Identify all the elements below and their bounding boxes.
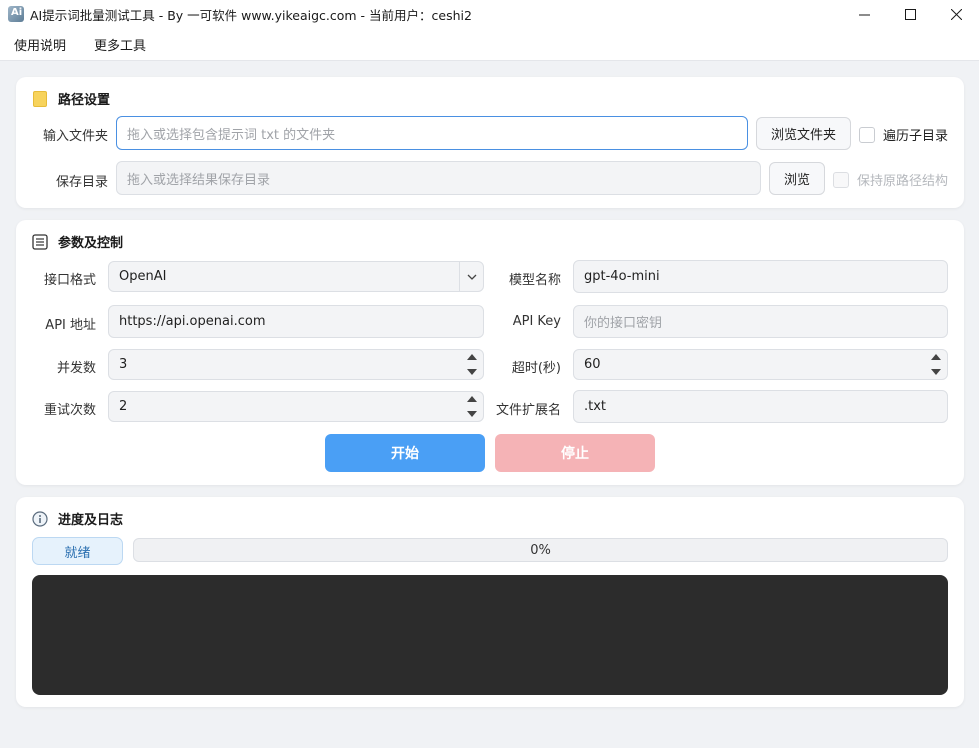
spin-down-icon[interactable] — [461, 365, 483, 380]
progress-bar: 0% — [133, 538, 948, 562]
menu-bar: 使用说明 更多工具 — [0, 28, 979, 61]
params-title-text: 参数及控制 — [58, 236, 124, 251]
recurse-checkbox-box[interactable] — [859, 126, 875, 143]
recurse-subdirs-checkbox[interactable]: 遍历子目录 — [859, 125, 948, 144]
progress-card: 进度及日志 就绪 0% — [16, 497, 964, 707]
app-icon: Ai — [8, 6, 24, 22]
close-button[interactable] — [933, 0, 979, 28]
menu-item-help[interactable]: 使用说明 — [0, 35, 80, 54]
timeout-value: 60 — [584, 357, 601, 372]
api-format-label: 接口格式 — [43, 273, 96, 288]
retries-label: 重试次数 — [43, 403, 96, 418]
retries-spinbox[interactable]: 2 — [108, 391, 484, 422]
folder-icon — [32, 90, 48, 107]
timeout-stepper[interactable] — [925, 350, 947, 379]
maximize-button[interactable] — [887, 0, 933, 28]
api-format-value: OpenAI — [119, 269, 167, 284]
concurrency-stepper[interactable] — [461, 350, 483, 379]
concurrency-label: 并发数 — [56, 361, 96, 376]
spin-up-icon[interactable] — [461, 392, 483, 407]
spin-up-icon[interactable] — [461, 350, 483, 365]
input-folder-label: 输入文件夹 — [42, 129, 108, 144]
params-title: 参数及控制 — [32, 232, 123, 251]
concurrency-value: 3 — [119, 357, 128, 372]
progress-title-text: 进度及日志 — [58, 513, 124, 528]
timeout-spinbox[interactable]: 60 — [573, 349, 948, 380]
params-card: 参数及控制 接口格式 OpenAI 模型名称 gpt-4o-mini API 地… — [16, 220, 964, 485]
api-key-label: API Key — [512, 314, 561, 329]
retries-value: 2 — [119, 399, 128, 414]
log-output[interactable] — [32, 575, 948, 695]
api-key-field[interactable]: 你的接口密钥 — [573, 305, 948, 338]
path-settings-title-text: 路径设置 — [58, 93, 111, 108]
window-title: AI提示词批量测试工具 - By 一可软件 www.yikeaigc.com -… — [30, 7, 472, 23]
maximize-icon — [904, 8, 916, 20]
extension-label: 文件扩展名 — [495, 403, 561, 418]
progress-title: 进度及日志 — [32, 509, 123, 528]
menu-item-more-tools[interactable]: 更多工具 — [80, 35, 160, 54]
timeout-label: 超时(秒) — [511, 361, 561, 376]
status-badge: 就绪 — [32, 537, 123, 565]
extension-field[interactable]: .txt — [573, 390, 948, 423]
window-controls — [841, 0, 979, 28]
save-dir-label: 保存目录 — [55, 175, 108, 190]
minimize-button[interactable] — [841, 0, 887, 28]
spin-down-icon[interactable] — [925, 365, 947, 380]
retries-stepper[interactable] — [461, 392, 483, 421]
keep-structure-label: 保持原路径结构 — [857, 174, 949, 189]
progress-text: 0% — [530, 542, 551, 558]
api-url-field[interactable]: https://api.openai.com — [108, 305, 484, 338]
spin-down-icon[interactable] — [461, 407, 483, 422]
list-icon — [32, 233, 48, 250]
save-dir-field[interactable]: 拖入或选择结果保存目录 — [116, 161, 761, 195]
chevron-down-icon[interactable] — [459, 262, 483, 291]
info-icon — [32, 510, 48, 527]
stop-button[interactable]: 停止 — [495, 434, 655, 472]
minimize-icon — [858, 14, 870, 15]
keep-structure-checkbox[interactable]: 保持原路径结构 — [833, 170, 948, 189]
keep-structure-checkbox-box[interactable] — [833, 171, 849, 188]
spin-up-icon[interactable] — [925, 350, 947, 365]
close-icon — [950, 8, 962, 20]
recurse-label: 遍历子目录 — [883, 129, 949, 144]
model-name-label: 模型名称 — [508, 273, 561, 288]
path-settings-title: 路径设置 — [32, 89, 110, 108]
start-button[interactable]: 开始 — [325, 434, 485, 472]
concurrency-spinbox[interactable]: 3 — [108, 349, 484, 380]
api-url-label: API 地址 — [45, 318, 96, 333]
title-bar: Ai AI提示词批量测试工具 - By 一可软件 www.yikeaigc.co… — [0, 0, 979, 28]
browse-save-button[interactable]: 浏览 — [769, 162, 825, 195]
path-settings-card: 路径设置 输入文件夹 拖入或选择包含提示词 txt 的文件夹 浏览文件夹 遍历子… — [16, 77, 964, 208]
browse-folder-button[interactable]: 浏览文件夹 — [756, 117, 851, 150]
input-folder-field[interactable]: 拖入或选择包含提示词 txt 的文件夹 — [116, 116, 748, 150]
model-name-field[interactable]: gpt-4o-mini — [573, 260, 948, 293]
api-format-select[interactable]: OpenAI — [108, 261, 484, 292]
